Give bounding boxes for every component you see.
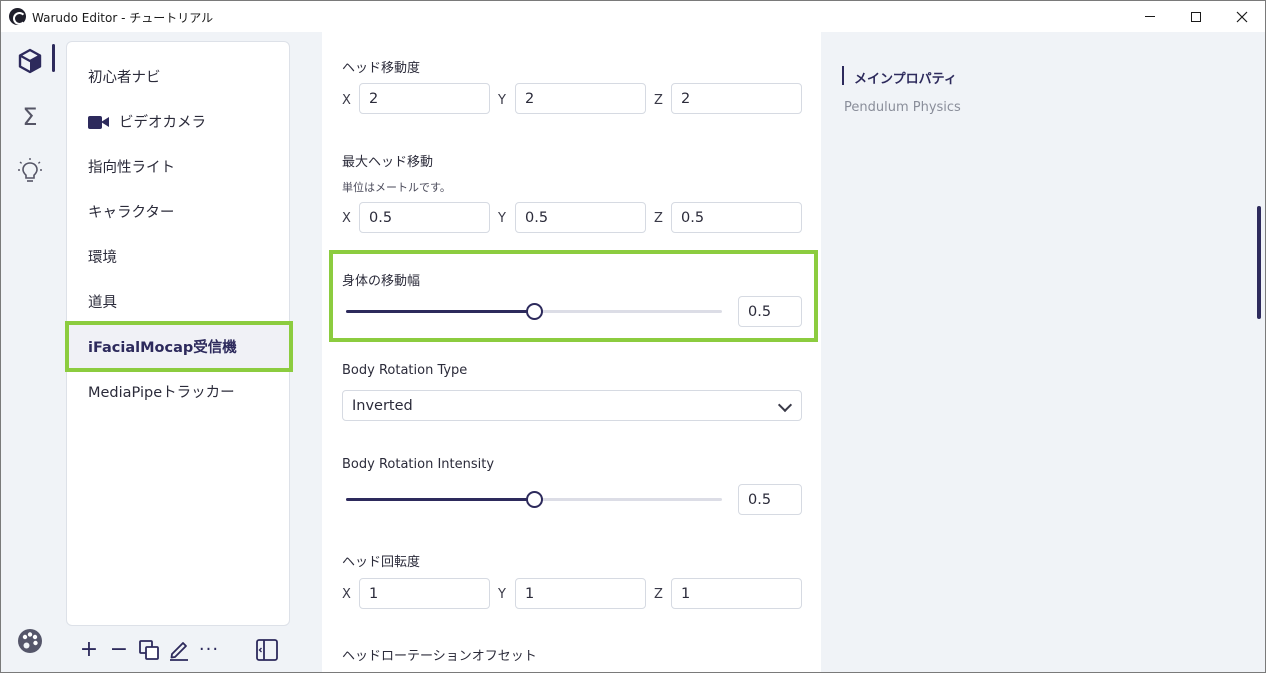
outline-item-pendulum-physics[interactable]: Pendulum Physics [844, 100, 961, 115]
max-head-movement-label: 最大ヘッド移動 [342, 155, 434, 170]
sigma-icon: Σ [22, 103, 38, 131]
max-head-movement-y-input[interactable]: 0.5 [515, 202, 646, 233]
add-node-button[interactable]: + [76, 637, 102, 663]
minimize-button[interactable] [1127, 1, 1173, 32]
head-rotation-x-input[interactable]: 1 [359, 578, 490, 609]
head-rotation-z-label: Z [654, 587, 663, 602]
node-item-beginner-guide[interactable]: 初心者ナビ [67, 54, 289, 99]
node-list-panel: 初心者ナビ ビデオカメラ 指向性ライト キャラクター 環境 道具 iFacial… [66, 41, 290, 626]
activity-blueprint-button[interactable]: Σ [9, 96, 51, 138]
max-head-movement-x-input[interactable]: 0.5 [359, 202, 490, 233]
node-item-mediapipe-tracker[interactable]: MediaPipeトラッカー [67, 369, 289, 414]
node-item-video-camera[interactable]: ビデオカメラ [67, 99, 289, 144]
window-title: Warudo Editor - チュートリアル [32, 11, 214, 25]
copy-icon [139, 640, 159, 660]
max-head-movement-z-input[interactable]: 0.5 [671, 202, 802, 233]
head-movement-z-label: Z [654, 93, 663, 108]
maximize-button[interactable] [1173, 1, 1219, 32]
body-rotation-intensity-label: Body Rotation Intensity [342, 457, 495, 472]
palette-icon [18, 629, 42, 653]
head-movement-x-input[interactable]: 2 [359, 83, 490, 114]
body-rotation-intensity-input[interactable]: 0.5 [738, 484, 802, 515]
max-head-movement-x-label: X [342, 211, 351, 226]
slider-fill [346, 310, 534, 313]
minus-icon: − [109, 637, 129, 662]
plus-icon: + [79, 637, 99, 662]
duplicate-node-button[interactable] [136, 637, 162, 663]
more-options-button[interactable]: ··· [196, 637, 222, 663]
node-item-prop[interactable]: 道具 [67, 279, 289, 324]
node-item-label: 初心者ナビ [88, 70, 161, 86]
head-rotation-label: ヘッド回転度 [342, 555, 421, 570]
head-rotation-y-label: Y [498, 587, 506, 602]
node-toolbar: + − ··· [66, 631, 290, 671]
head-movement-label: ヘッド移動度 [342, 61, 421, 76]
max-head-movement-description: 単位はメートルです。 [342, 181, 451, 194]
title-bar: Warudo Editor - チュートリアル [1, 1, 1265, 32]
active-indicator [52, 44, 55, 72]
body-rotation-intensity-slider[interactable] [346, 491, 722, 508]
maximize-icon [1191, 11, 1201, 22]
body-rotation-type-select[interactable]: Inverted [342, 390, 802, 421]
minimize-icon [1145, 16, 1155, 17]
head-rotation-offset-label: ヘッドローテーションオフセット [342, 649, 537, 664]
node-item-label: iFacialMocap受信機 [88, 340, 237, 356]
node-item-label: キャラクター [88, 205, 175, 221]
node-item-ifacialmocap-receiver[interactable]: iFacialMocap受信機 [67, 324, 289, 369]
scrollbar-track[interactable] [1253, 32, 1265, 672]
video-camera-icon [88, 115, 110, 129]
activity-tips-button[interactable] [9, 150, 51, 192]
node-item-label: MediaPipeトラッカー [88, 385, 235, 401]
scrollbar-thumb[interactable] [1257, 206, 1261, 319]
activity-scene-button[interactable] [9, 40, 51, 82]
node-item-directional-light[interactable]: 指向性ライト [67, 144, 289, 189]
body-movement-range-label: 身体の移動幅 [342, 274, 421, 289]
head-movement-y-input[interactable]: 2 [515, 83, 646, 114]
body-rotation-type-label: Body Rotation Type [342, 363, 468, 378]
node-item-environment[interactable]: 環境 [67, 234, 289, 279]
more-icon: ··· [198, 639, 220, 660]
body-movement-range-input[interactable]: 0.5 [738, 296, 802, 327]
property-outline-panel: メインプロパティ Pendulum Physics [821, 32, 1253, 672]
node-item-label: 道具 [88, 295, 117, 311]
max-head-movement-y-label: Y [498, 211, 506, 226]
head-rotation-y-input[interactable]: 1 [515, 578, 646, 609]
body-movement-range-slider[interactable] [346, 303, 722, 320]
remove-node-button[interactable]: − [106, 637, 132, 663]
activity-bar: Σ [1, 32, 59, 672]
head-movement-z-input[interactable]: 2 [671, 83, 802, 114]
head-movement-x-label: X [342, 93, 351, 108]
node-item-label: 指向性ライト [88, 160, 175, 176]
max-head-movement-z-label: Z [654, 211, 663, 226]
node-item-label: ビデオカメラ [119, 115, 206, 131]
outline-item-main-properties[interactable]: メインプロパティ [854, 68, 957, 87]
outline-active-indicator [842, 66, 844, 85]
head-movement-y-label: Y [498, 93, 506, 108]
close-button[interactable] [1219, 1, 1265, 32]
properties-panel: ヘッド移動度 X 2 Y 2 Z 2 最大ヘッド移動 単位はメートルです。 X … [322, 32, 821, 672]
node-item-character[interactable]: キャラクター [67, 189, 289, 234]
close-icon [1236, 11, 1248, 22]
slider-thumb[interactable] [526, 491, 543, 508]
rename-node-button[interactable] [166, 637, 192, 663]
head-rotation-x-label: X [342, 587, 351, 602]
slider-fill [346, 498, 534, 501]
lightbulb-icon [18, 158, 42, 182]
node-item-label: 環境 [88, 250, 117, 266]
toggle-panel-button[interactable] [254, 637, 280, 663]
head-rotation-z-input[interactable]: 1 [671, 578, 802, 609]
slider-thumb[interactable] [526, 303, 543, 320]
body-rotation-type-value: Inverted [352, 397, 413, 414]
pencil-icon [170, 642, 188, 661]
app-logo-icon [9, 8, 26, 25]
activity-settings-button[interactable] [9, 620, 51, 662]
editor-window: Warudo Editor - チュートリアル Σ 初心者ナビ ビデオカメラ 指… [0, 0, 1266, 673]
chevron-down-icon [777, 397, 793, 413]
cube-icon [18, 48, 42, 74]
sidebar-toggle-icon [256, 639, 278, 661]
